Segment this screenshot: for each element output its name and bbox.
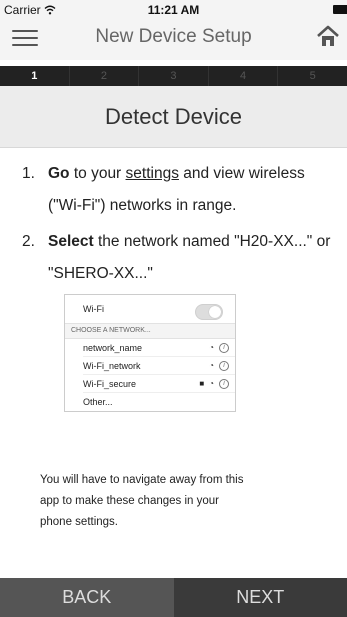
status-bar: Carrier 11:21 AM	[0, 0, 347, 20]
home-icon[interactable]	[315, 24, 341, 50]
next-button[interactable]: NEXT	[173, 578, 347, 617]
instruction-text: to your	[69, 165, 126, 182]
instruction-verb: Select	[48, 233, 94, 250]
step-1: 1	[31, 70, 38, 82]
step-number: 2.	[22, 233, 35, 250]
nav-bar: New Device Setup	[0, 20, 347, 60]
network-name: Wi-Fi_secure	[83, 379, 137, 389]
network-row: Wi-Fi_secure ■ ◔ i	[83, 375, 235, 393]
page-title: New Device Setup	[95, 26, 252, 47]
network-name: Wi-Fi_network	[83, 361, 141, 371]
network-row: Wi-Fi_network ◔ i	[83, 357, 235, 375]
network-name: network_name	[83, 343, 143, 353]
wifi-icon: ◔	[209, 379, 214, 388]
info-icon: i	[219, 379, 229, 389]
wifi-toggle	[195, 304, 223, 320]
wifi-settings-illustration: Wi-Fi CHOOSE A NETWORK... network_name ◔…	[64, 294, 236, 412]
section-header: Detect Device	[0, 86, 347, 148]
navigation-note: You will have to navigate away from this…	[40, 474, 244, 528]
wifi-icon: ◔	[209, 343, 214, 352]
instructions-content: 1. Go to your settings and view wireless…	[0, 148, 347, 578]
instruction-step-1: 1. Go to your settings and view wireless…	[22, 158, 335, 222]
info-icon: i	[219, 343, 229, 353]
battery-icon	[333, 5, 347, 14]
instruction-verb: Go	[48, 165, 70, 182]
footer-bar: BACK NEXT	[0, 578, 347, 617]
wifi-label: Wi-Fi	[83, 304, 104, 314]
step-5: 5	[277, 66, 347, 86]
network-row: Other...	[83, 393, 235, 411]
step-number: 1.	[22, 165, 35, 182]
instruction-step-2: 2. Select the network named "H20-XX..." …	[22, 226, 335, 290]
network-row: network_name ◔ i	[83, 339, 235, 357]
step-2: 2	[68, 66, 139, 86]
lock-icon: ■	[199, 379, 205, 388]
wifi-icon: ◔	[209, 361, 214, 370]
step-3: 3	[138, 66, 208, 86]
network-section-header: CHOOSE A NETWORK...	[65, 323, 235, 339]
step-indicator: 1 2 3 4 5	[0, 66, 347, 86]
wifi-row: Wi-Fi	[65, 300, 235, 320]
settings-link[interactable]: settings	[126, 165, 179, 182]
network-name: Other...	[83, 397, 113, 407]
step-4: 4	[207, 66, 278, 86]
back-button[interactable]: BACK	[0, 578, 174, 617]
status-time: 11:21 AM	[147, 3, 200, 17]
info-icon: i	[219, 361, 229, 371]
